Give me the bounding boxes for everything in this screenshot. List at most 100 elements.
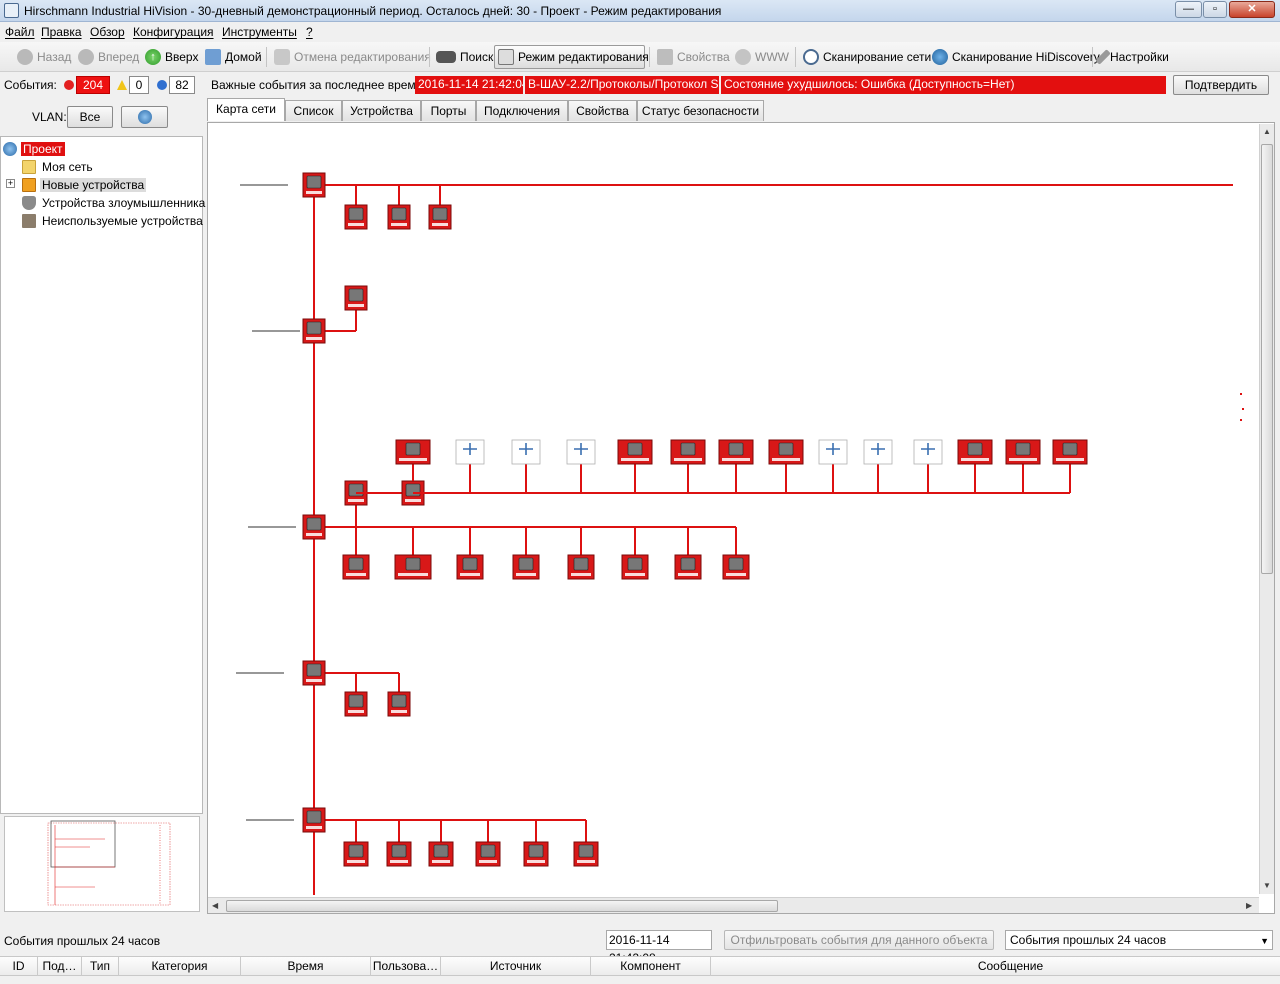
network-minimap[interactable] (4, 816, 200, 912)
device-node[interactable] (1052, 439, 1088, 465)
hub-switch-node[interactable] (302, 807, 326, 833)
vlan-all-button[interactable]: Все (67, 106, 113, 128)
col-time[interactable]: Время (241, 957, 371, 976)
hub-switch-node[interactable] (302, 172, 326, 198)
access-point-node[interactable] (511, 439, 541, 465)
switch-node[interactable] (456, 554, 484, 580)
col-category[interactable]: Категория (119, 957, 241, 976)
tree-item-new-devices[interactable]: Новые устройства (22, 177, 147, 193)
col-source[interactable]: Источник (441, 957, 591, 976)
col-user[interactable]: Пользова… (371, 957, 441, 976)
switch-node[interactable] (344, 691, 368, 717)
www-button[interactable]: WWW (732, 45, 792, 69)
menu-edit[interactable]: Правка (41, 25, 82, 39)
vlan-globe-button[interactable] (121, 106, 168, 128)
map-horizontal-scrollbar[interactable]: ◀ ▶ (208, 897, 1259, 913)
device-node[interactable] (718, 439, 754, 465)
search-button[interactable]: Поиск (433, 45, 496, 69)
col-message[interactable]: Сообщение (711, 957, 1280, 976)
access-point-node[interactable] (913, 439, 943, 465)
tree-item-rogue-devices[interactable]: Устройства злоумышленника (22, 195, 207, 211)
hub-switch-node[interactable] (302, 514, 326, 540)
switch-node[interactable] (621, 554, 649, 580)
switch-node[interactable] (387, 691, 411, 717)
horizontal-scroll-thumb[interactable] (226, 900, 778, 912)
vertical-scroll-thumb[interactable] (1261, 144, 1273, 574)
forward-button[interactable]: Вперед (75, 45, 142, 69)
device-node[interactable] (957, 439, 993, 465)
menu-help[interactable]: ? (306, 25, 313, 39)
properties-button[interactable]: Свойства (654, 45, 733, 69)
home-button[interactable]: Домой (202, 45, 265, 69)
menu-tools[interactable]: Инструменты (222, 25, 297, 39)
scroll-down-arrow[interactable]: ▼ (1263, 881, 1271, 890)
minimize-button[interactable]: — (1175, 1, 1202, 18)
edit-mode-button[interactable]: Режим редактирования (494, 45, 649, 69)
recent-event-source[interactable]: В-ШАУ-2.2/Протоколы/Протокол S… (525, 76, 719, 94)
error-count[interactable]: 204 (76, 76, 110, 94)
tab-properties[interactable]: Свойства (568, 100, 637, 121)
scan-network-button[interactable]: Сканирование сети (800, 45, 934, 69)
up-button[interactable]: ↑ Вверх (142, 45, 201, 69)
switch-node[interactable] (567, 554, 595, 580)
tab-devices[interactable]: Устройства (342, 100, 421, 121)
info-count[interactable]: 82 (169, 76, 195, 94)
recent-event-time[interactable]: 2016-11-14 21:42:04 (415, 76, 523, 94)
switch-node[interactable] (428, 841, 454, 867)
switch-node[interactable] (674, 554, 702, 580)
menu-file[interactable]: Файл (5, 25, 35, 39)
tab-network-map[interactable]: Карта сети (207, 98, 285, 121)
switch-node[interactable] (344, 204, 368, 230)
device-node[interactable] (670, 439, 706, 465)
undo-edit-button[interactable]: Отмена редактирования (271, 45, 434, 69)
project-tree[interactable]: Проект Моя сеть + Новые устройства Устро… (0, 136, 205, 814)
tab-connections[interactable]: Подключения (476, 100, 568, 121)
switch-node[interactable] (512, 554, 540, 580)
col-subsystem[interactable]: Под… (38, 957, 82, 976)
hub-switch-node[interactable] (302, 318, 326, 344)
switch-node[interactable] (343, 841, 369, 867)
expand-toggle[interactable]: + (6, 179, 15, 188)
col-type[interactable]: Тип (82, 957, 119, 976)
access-point-node[interactable] (863, 439, 893, 465)
switch-node[interactable] (394, 554, 432, 580)
tree-item-unused-devices[interactable]: Неиспользуемые устройства (22, 213, 205, 229)
scroll-up-arrow[interactable]: ▲ (1263, 127, 1271, 136)
events-period-select[interactable]: События прошлых 24 часов ▼ (1005, 930, 1273, 950)
filter-events-button[interactable]: Отфильтровать события для данного объект… (724, 930, 994, 950)
col-component[interactable]: Компонент (591, 957, 711, 976)
access-point-node[interactable] (566, 439, 596, 465)
device-node[interactable] (395, 439, 431, 465)
switch-node[interactable] (475, 841, 501, 867)
network-topology[interactable] (208, 123, 1258, 898)
map-vertical-scrollbar[interactable]: ▲ ▼ (1259, 124, 1274, 894)
switch-node[interactable] (523, 841, 549, 867)
switch-node[interactable] (386, 841, 412, 867)
col-id[interactable]: ID (0, 957, 38, 976)
tree-item-my-network[interactable]: Моя сеть (22, 159, 95, 175)
switch-node[interactable] (573, 841, 599, 867)
confirm-button[interactable]: Подтвердить (1173, 75, 1269, 95)
menu-view[interactable]: Обзор (90, 25, 125, 39)
access-point-node[interactable] (818, 439, 848, 465)
recent-event-message[interactable]: Состояние ухудшилось: Ошибка (Доступност… (721, 76, 1166, 94)
menu-configuration[interactable]: Конфигурация (133, 25, 214, 39)
close-button[interactable]: ✕ (1229, 1, 1275, 18)
scan-hidiscovery-button[interactable]: Сканирование HiDiscovery (929, 45, 1103, 69)
warning-count[interactable]: 0 (129, 76, 149, 94)
device-node[interactable] (1005, 439, 1041, 465)
scroll-right-arrow[interactable]: ▶ (1246, 901, 1252, 910)
tree-item-project[interactable]: Проект (3, 141, 65, 157)
tab-list[interactable]: Список (285, 100, 342, 121)
tab-security-status[interactable]: Статус безопасности (637, 100, 764, 121)
switch-node[interactable] (722, 554, 750, 580)
device-node[interactable] (617, 439, 653, 465)
switch-node[interactable] (387, 204, 411, 230)
switch-node[interactable] (344, 285, 368, 311)
switch-node[interactable] (342, 554, 370, 580)
switch-node[interactable] (428, 204, 452, 230)
device-node[interactable] (768, 439, 804, 465)
timestamp-field[interactable]: 2016-11-14 21:42:08 (606, 930, 712, 965)
access-point-node[interactable] (455, 439, 485, 465)
tab-ports[interactable]: Порты (421, 100, 476, 121)
